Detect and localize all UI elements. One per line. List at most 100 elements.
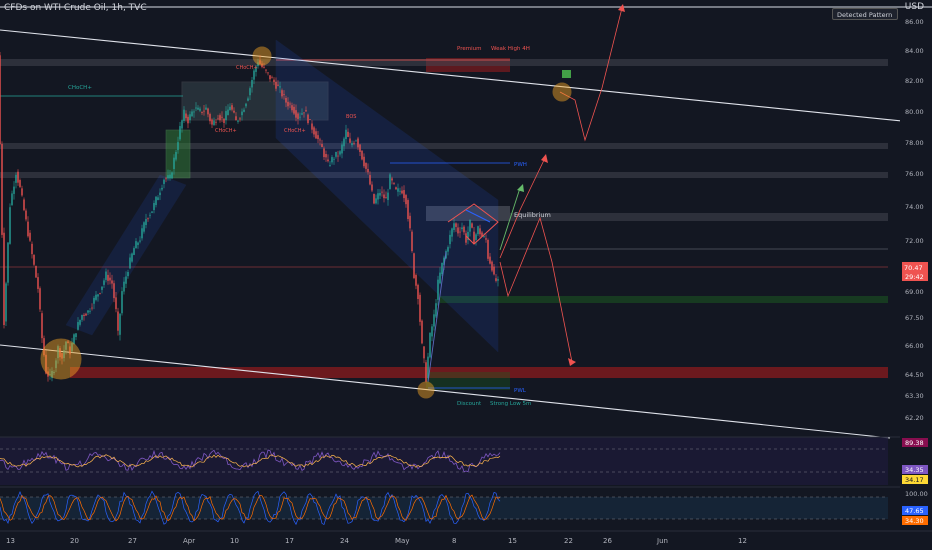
rsi-panel[interactable] (0, 436, 932, 485)
green-marker (562, 70, 571, 78)
candle-body (283, 94, 285, 95)
candle-body (211, 119, 213, 125)
candle-body (459, 231, 461, 233)
candle-body (237, 120, 239, 122)
detected-pattern-label: Detected Pattern (837, 11, 893, 19)
price-tick-label: 66.00 (905, 342, 924, 350)
detected-pattern-badge[interactable]: Detected Pattern (832, 8, 898, 20)
candle-body (327, 159, 329, 162)
candle-body (3, 232, 5, 326)
candle-body (389, 174, 391, 190)
candle-body (23, 199, 25, 211)
candle-body (489, 256, 491, 264)
candle-body (121, 291, 123, 314)
candle-body (235, 116, 237, 121)
target-circle (552, 82, 572, 102)
stoch-d-label: 34.30 (905, 517, 924, 525)
candle-body (353, 142, 355, 144)
pwl-circle (417, 381, 435, 399)
time-tick-label: 17 (285, 537, 294, 545)
candle-body (25, 210, 27, 220)
candle-body (399, 190, 401, 192)
candle-body (465, 233, 467, 243)
candle-body (357, 138, 359, 148)
candle-body (31, 243, 33, 255)
candle-body (115, 297, 117, 310)
candle-body (359, 144, 361, 153)
chart[interactable]: Premium Weak High 4H PWH Equilibrium PWL Disc… (0, 0, 932, 550)
candle-body (249, 88, 251, 96)
stoch-panel[interactable] (0, 486, 932, 529)
candle-body (1, 144, 3, 235)
candle-body (451, 228, 453, 237)
candle-body (127, 271, 129, 277)
candle-body (105, 271, 107, 280)
candle-body (227, 109, 229, 116)
price-tick-label: 62.20 (905, 414, 924, 422)
candle-body (175, 151, 177, 160)
candle-body (315, 131, 317, 139)
candle-body (269, 75, 271, 80)
candle-body (93, 297, 95, 304)
candle-body (485, 238, 487, 240)
candle-body (361, 150, 363, 160)
candle-body (403, 190, 405, 199)
candle-body (335, 151, 337, 157)
candle-body (303, 112, 305, 114)
candle-body (341, 144, 343, 154)
candle-body (239, 118, 241, 120)
candle-body (125, 276, 127, 284)
candle-body (371, 184, 373, 191)
candle-body (7, 242, 9, 283)
candle-body (293, 106, 295, 114)
stoch-band (0, 497, 888, 519)
candle-body (181, 120, 183, 129)
candle-body (281, 90, 283, 97)
candle-body (197, 107, 199, 110)
candle-body (271, 77, 273, 79)
candle-body (217, 118, 219, 120)
candle-body (307, 114, 309, 124)
candle-body (79, 319, 81, 325)
candle-body (495, 278, 497, 281)
price-axis[interactable]: 86.00 84.00 82.00 80.00 78.00 76.00 74.00 72.00… (900, 8, 932, 538)
weak-high-label: Weak High 4H (491, 46, 530, 52)
candle-body (429, 332, 431, 358)
candle-body (375, 198, 377, 204)
candle-body (479, 228, 481, 235)
candle-body (37, 277, 39, 289)
candle-body (265, 69, 267, 71)
candle-body (101, 286, 103, 290)
candle-body (21, 188, 23, 196)
candle-body (85, 313, 87, 316)
candle-body (215, 121, 217, 123)
candle-body (243, 109, 245, 112)
candle-body (99, 293, 101, 295)
candle-body (143, 222, 145, 232)
price-tick-label: 76.00 (905, 170, 924, 178)
candle-body (267, 72, 269, 74)
candle-body (135, 241, 137, 249)
candle-body (365, 162, 367, 169)
equilibrium-band (510, 213, 888, 221)
candle-body (119, 313, 121, 335)
rsi-max-label: 89.38 (905, 439, 924, 447)
candle-body (201, 111, 203, 113)
candle-body (89, 310, 91, 312)
candle-body (395, 187, 397, 190)
candle-body (345, 129, 347, 140)
candle-body (277, 84, 279, 86)
candle-body (139, 240, 141, 242)
discount-label: Discount (457, 401, 482, 407)
time-tick-label: Apr (183, 537, 195, 545)
price-tick-label: 64.50 (905, 371, 924, 379)
candle-body (427, 356, 429, 379)
candle-body (493, 266, 495, 275)
candle-body (205, 107, 207, 110)
candle-body (75, 333, 77, 338)
candle-body (145, 219, 147, 225)
candle-body (381, 191, 383, 193)
candle-body (35, 266, 37, 278)
candle-body (425, 362, 427, 382)
candle-body (423, 346, 425, 359)
